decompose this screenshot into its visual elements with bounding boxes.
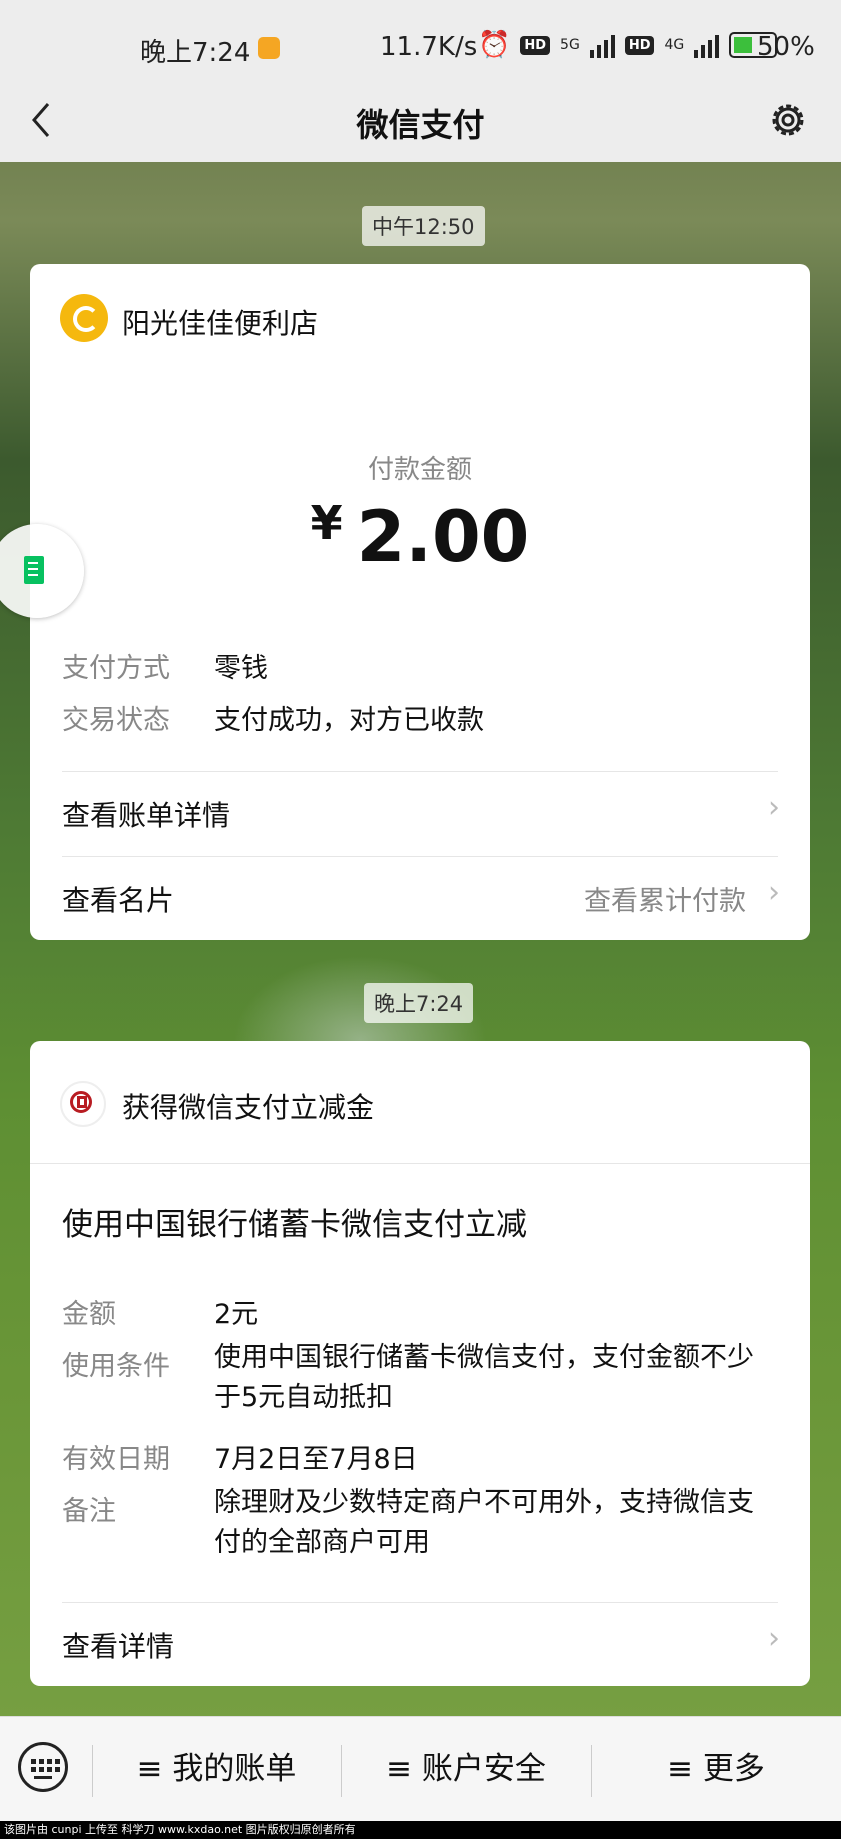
coupon-amount-label: 金额: [62, 1299, 116, 1330]
view-business-card-label: 查看名片: [62, 884, 175, 917]
remark-value: 除理财及少数特定商户不可用外，支持微信支付的全部商户可用: [214, 1487, 754, 1558]
my-bills-menu[interactable]: ≡ 我的账单: [92, 1717, 341, 1822]
valid-date-label: 有效日期: [62, 1444, 170, 1475]
view-cumulative-payments-label: 查看累计付款: [584, 886, 746, 917]
amount-value: 2.00: [356, 496, 530, 578]
keyboard-icon[interactable]: [18, 1742, 68, 1792]
status-bar: 晚上7:24 11.7K/s ⏰ HD 5G HD 4G 50%: [0, 0, 841, 78]
coupon-title: 使用中国银行储蓄卡微信支付立减: [62, 1207, 527, 1243]
more-menu[interactable]: ≡ 更多: [591, 1717, 841, 1822]
battery-percent: 50%: [757, 32, 815, 62]
document-icon: [24, 556, 44, 584]
coupon-header: 获得微信支付立减金: [122, 1091, 375, 1124]
nav-bar: 微信支付: [0, 78, 841, 162]
alarm-icon: ⏰: [478, 30, 511, 60]
network-type-label: 4G: [664, 37, 685, 53]
currency-symbol: ¥: [310, 496, 343, 550]
message-timestamp: 晚上7:24: [364, 983, 474, 1023]
merchant-logo-icon: [60, 294, 108, 342]
coupon-amount-value: 2元: [214, 1299, 259, 1330]
network-type-label: 5G: [560, 37, 580, 53]
merchant-name: 阳光佳佳便利店: [122, 307, 319, 340]
status-icons: ⏰ HD 5G HD 4G: [478, 30, 778, 60]
view-details-link[interactable]: 查看详情 ›: [30, 1603, 810, 1686]
view-business-card-link[interactable]: 查看名片 查看累计付款 ›: [30, 857, 810, 940]
amount-label: 付款金额: [367, 455, 472, 485]
page-title: 微信支付: [356, 106, 485, 144]
signal-icon: [589, 32, 615, 58]
view-bill-details-label: 查看账单详情: [62, 799, 231, 832]
view-details-label: 查看详情: [62, 1630, 175, 1663]
chevron-right-icon: ›: [768, 875, 780, 910]
chevron-right-icon: ›: [768, 1621, 780, 1656]
signal-icon: [694, 32, 720, 58]
account-security-menu[interactable]: ≡ 账户安全: [341, 1717, 591, 1822]
hd-badge: HD: [520, 35, 551, 55]
remark-label: 备注: [62, 1496, 116, 1527]
coupon-card: 获得微信支付立减金 使用中国银行储蓄卡微信支付立减 金额 2元 使用条件 使用中…: [30, 1041, 810, 1686]
view-bill-details-link[interactable]: 查看账单详情 ›: [30, 772, 810, 856]
bottom-menu-bar: ≡ 我的账单 ≡ 账户安全 ≡ 更多: [0, 1716, 841, 1822]
hd-badge: HD: [624, 35, 655, 55]
valid-date-value: 7月2日至7月8日: [214, 1444, 418, 1475]
usage-condition-label: 使用条件: [62, 1351, 170, 1382]
payment-amount: ¥2.00: [30, 496, 810, 578]
watermark: 该图片由 cunpi 上传至 科学刀 www.kxdao.net 图片版权归原创…: [0, 1821, 841, 1839]
usage-condition-value: 使用中国银行储蓄卡微信支付，支付金额不少于5元自动抵扣: [214, 1342, 754, 1413]
bank-of-china-logo-icon: [60, 1081, 106, 1127]
chevron-right-icon: ›: [768, 790, 780, 825]
network-speed: 11.7K/s: [380, 32, 478, 62]
notification-icon: [258, 37, 280, 59]
payment-method-label: 支付方式: [62, 653, 170, 684]
payment-method-value: 零钱: [214, 653, 268, 684]
gear-icon[interactable]: [766, 98, 810, 142]
divider: [30, 1163, 810, 1164]
payment-card: 阳光佳佳便利店 付款金额 ¥2.00 支付方式 零钱 交易状态 支付成功，对方已…: [30, 264, 810, 940]
message-timestamp: 中午12:50: [362, 206, 485, 246]
transaction-status-label: 交易状态: [62, 705, 170, 736]
transaction-status-value: 支付成功，对方已收款: [214, 705, 484, 736]
status-time: 晚上7:24: [140, 38, 251, 68]
